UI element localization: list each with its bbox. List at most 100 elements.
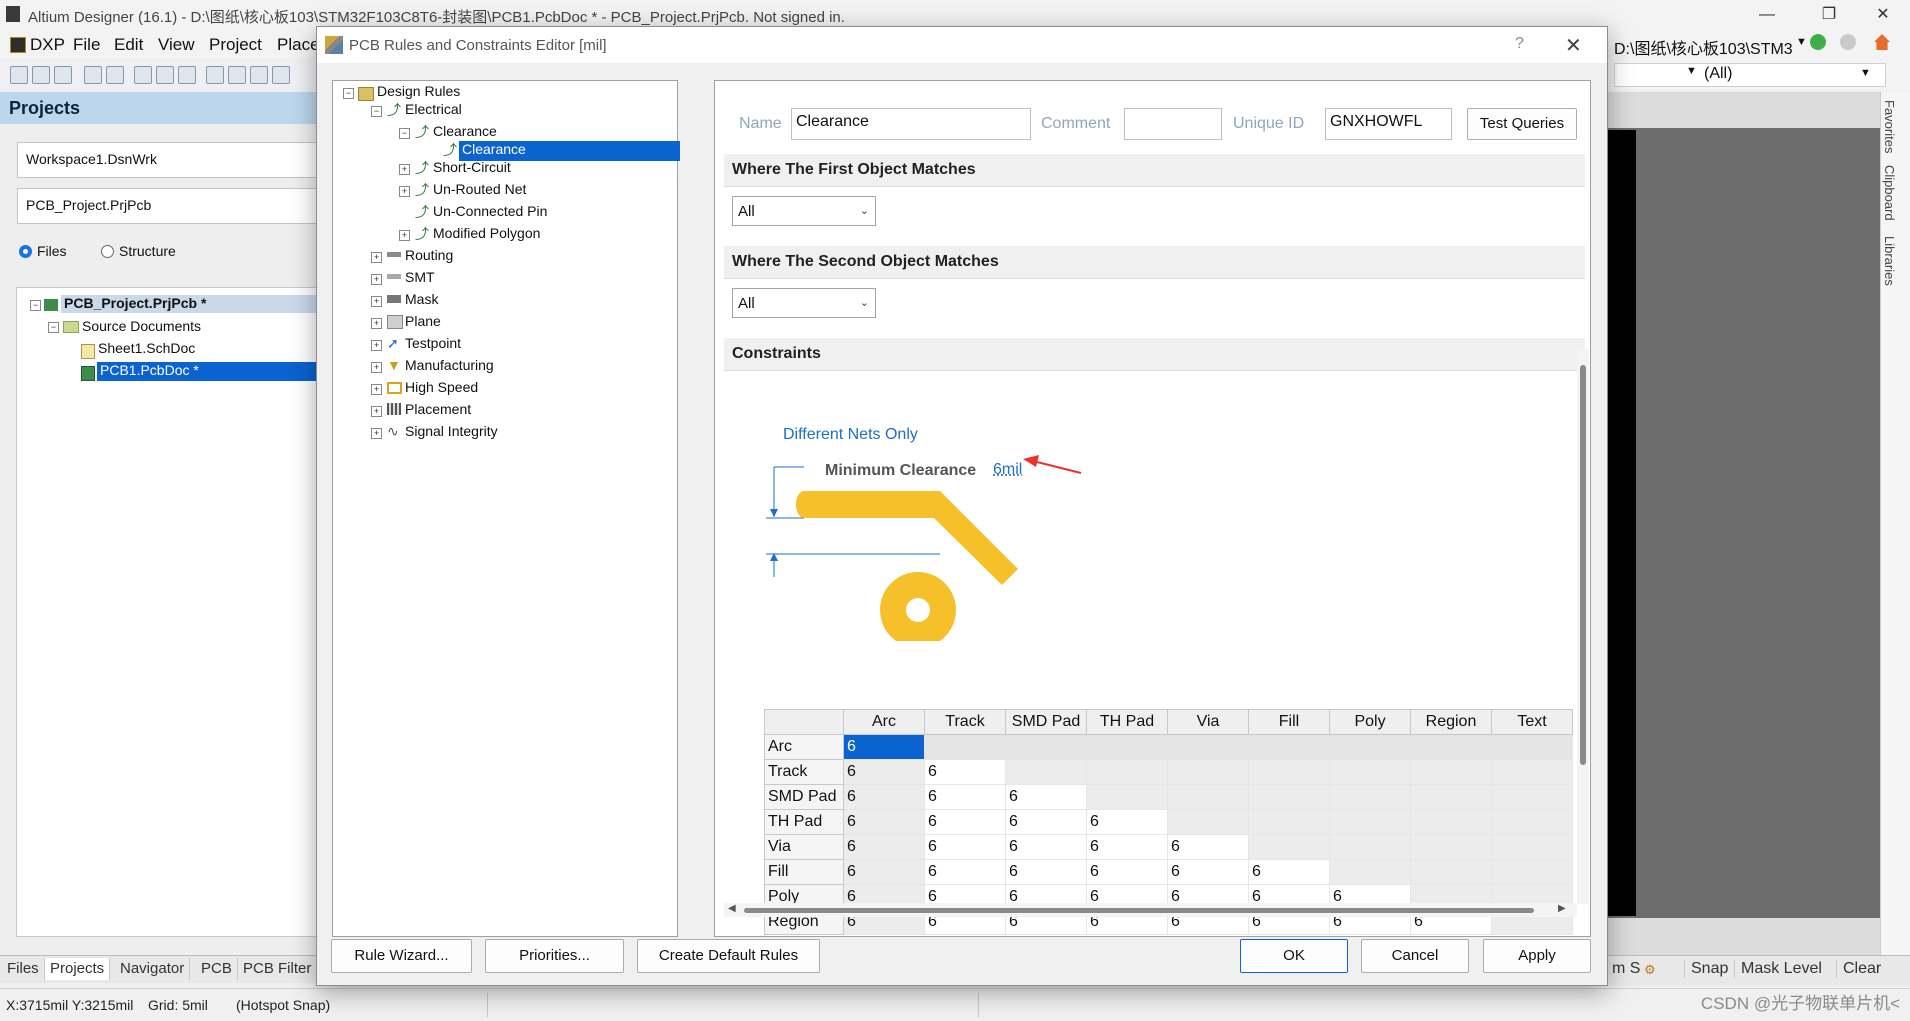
tree-placement[interactable]: Placement bbox=[405, 401, 471, 417]
close-icon[interactable]: ✕ bbox=[1860, 2, 1906, 28]
expand-icon[interactable]: + bbox=[399, 186, 410, 197]
horizontal-scrollbar[interactable]: ◀ ▶ bbox=[724, 903, 1577, 917]
tree-design-rules[interactable]: Design Rules bbox=[377, 83, 460, 99]
libraries-tab[interactable]: Libraries bbox=[1882, 236, 1897, 286]
matrix-cell[interactable]: 6 bbox=[843, 809, 925, 835]
filter-snap-icon[interactable]: ⚙ bbox=[1644, 962, 1656, 978]
expand-icon[interactable]: + bbox=[371, 318, 382, 329]
cancel-button[interactable]: Cancel bbox=[1361, 939, 1469, 973]
expand-icon[interactable]: + bbox=[371, 362, 382, 373]
test-queries-button[interactable]: Test Queries bbox=[1467, 108, 1577, 140]
different-nets-option[interactable]: Different Nets Only bbox=[783, 426, 918, 444]
collapse-icon[interactable]: − bbox=[48, 322, 59, 333]
scroll-left-icon[interactable]: ◀ bbox=[728, 903, 736, 914]
matrix-cell[interactable]: 6 bbox=[843, 834, 925, 860]
matrix-cell[interactable]: 6 bbox=[1005, 834, 1087, 860]
apply-button[interactable]: Apply bbox=[1483, 939, 1591, 973]
expand-icon[interactable]: + bbox=[399, 164, 410, 175]
tab-navigator[interactable]: Navigator bbox=[115, 958, 191, 980]
expand-icon[interactable]: + bbox=[371, 252, 382, 263]
second-match-select[interactable]: All ⌄ bbox=[732, 288, 876, 318]
mask-select-button[interactable]: m S bbox=[1606, 960, 1646, 978]
matrix-cell[interactable]: 6 bbox=[1167, 834, 1249, 860]
dropdown-arrow-icon[interactable]: ▼ bbox=[1686, 65, 1697, 77]
rule-wizard-button[interactable]: Rule Wizard... bbox=[331, 939, 472, 973]
ok-button[interactable]: OK bbox=[1240, 939, 1348, 973]
matrix-cell[interactable]: 6 bbox=[843, 784, 925, 810]
matrix-cell[interactable]: 6 bbox=[924, 859, 1006, 885]
tree-source-documents[interactable]: Source Documents bbox=[82, 318, 201, 334]
tree-manufacturing[interactable]: Manufacturing bbox=[405, 357, 494, 373]
comment-input[interactable] bbox=[1124, 108, 1222, 140]
open-icon[interactable] bbox=[32, 66, 50, 84]
tree-pcb-doc[interactable]: PCB1.PcbDoc * bbox=[97, 362, 322, 381]
zoom-select-icon[interactable] bbox=[250, 66, 268, 84]
tree-sheet[interactable]: Sheet1.SchDoc bbox=[98, 340, 195, 356]
tree-testpoint[interactable]: Testpoint bbox=[405, 335, 461, 351]
matrix-cell[interactable]: 6 bbox=[1005, 784, 1087, 810]
back-icon[interactable] bbox=[1810, 34, 1826, 50]
print-icon[interactable] bbox=[84, 66, 102, 84]
project-combo[interactable]: PCB_Project.PrjPcb bbox=[17, 188, 320, 224]
collapse-icon[interactable]: − bbox=[371, 106, 382, 117]
print-preview-icon[interactable] bbox=[106, 66, 124, 84]
files-radio[interactable] bbox=[19, 245, 32, 258]
help-icon[interactable]: ? bbox=[1515, 35, 1524, 53]
expand-icon[interactable]: + bbox=[371, 296, 382, 307]
filter-combo[interactable] bbox=[1614, 63, 1886, 87]
tree-unconnected-pin[interactable]: Un-Connected Pin bbox=[433, 203, 547, 219]
zoom-fit-icon[interactable] bbox=[206, 66, 224, 84]
tree-smt[interactable]: SMT bbox=[405, 269, 435, 285]
expand-icon[interactable]: + bbox=[371, 406, 382, 417]
restore-icon[interactable]: ❐ bbox=[1806, 2, 1852, 28]
expand-icon[interactable]: + bbox=[371, 384, 382, 395]
unique-id-input[interactable]: GNXHOWFL bbox=[1325, 108, 1452, 140]
matrix-cell[interactable]: 6 bbox=[843, 759, 925, 785]
expand-icon[interactable]: + bbox=[371, 274, 382, 285]
matrix-cell[interactable]: 6 bbox=[924, 759, 1006, 785]
matrix-cell[interactable]: 6 bbox=[843, 734, 925, 760]
matrix-cell[interactable]: 6 bbox=[1248, 859, 1330, 885]
tree-short-circuit[interactable]: Short-Circuit bbox=[433, 159, 511, 175]
menu-view[interactable]: View bbox=[158, 35, 195, 55]
tree-high-speed[interactable]: High Speed bbox=[405, 379, 478, 395]
layers-icon[interactable] bbox=[134, 66, 152, 84]
new-file-icon[interactable] bbox=[10, 66, 28, 84]
matrix-cell[interactable]: 6 bbox=[1086, 834, 1168, 860]
dropdown-arrow-icon[interactable]: ▼ bbox=[1860, 67, 1871, 79]
snap-button[interactable]: Snap bbox=[1684, 960, 1734, 978]
zoom-area-icon[interactable] bbox=[228, 66, 246, 84]
tree-routing[interactable]: Routing bbox=[405, 247, 453, 263]
priorities-button[interactable]: Priorities... bbox=[485, 939, 624, 973]
board-icon[interactable] bbox=[156, 66, 174, 84]
clipboard-tab[interactable]: Clipboard bbox=[1882, 165, 1897, 221]
collapse-icon[interactable]: − bbox=[399, 128, 410, 139]
tree-project[interactable]: PCB_Project.PrjPcb * bbox=[61, 295, 322, 313]
expand-icon[interactable]: + bbox=[371, 340, 382, 351]
tab-files[interactable]: Files bbox=[2, 958, 45, 980]
favorites-tab[interactable]: Favorites bbox=[1882, 100, 1897, 153]
matrix-cell[interactable]: 6 bbox=[1086, 809, 1168, 835]
pcb-canvas[interactable] bbox=[1606, 128, 1880, 918]
folder-icon[interactable] bbox=[178, 66, 196, 84]
matrix-cell[interactable]: 6 bbox=[924, 809, 1006, 835]
menu-file[interactable]: File bbox=[73, 35, 100, 55]
vertical-scrollbar[interactable] bbox=[1577, 349, 1589, 904]
scroll-right-icon[interactable]: ▶ bbox=[1558, 903, 1566, 914]
collapse-icon[interactable]: − bbox=[30, 300, 41, 311]
create-default-rules-button[interactable]: Create Default Rules bbox=[637, 939, 820, 973]
tree-signal-integrity[interactable]: Signal Integrity bbox=[405, 423, 498, 439]
tree-unrouted-net[interactable]: Un-Routed Net bbox=[433, 181, 526, 197]
tree-plane[interactable]: Plane bbox=[405, 313, 441, 329]
menu-place[interactable]: Place bbox=[277, 35, 320, 55]
name-input[interactable]: Clearance bbox=[791, 108, 1031, 140]
forward-icon[interactable] bbox=[1840, 34, 1856, 50]
tree-clearance[interactable]: Clearance bbox=[433, 123, 497, 139]
workspace-combo[interactable]: Workspace1.DsnWrk bbox=[17, 142, 320, 178]
expand-icon[interactable]: + bbox=[399, 230, 410, 241]
matrix-cell[interactable]: 6 bbox=[843, 859, 925, 885]
matrix-cell[interactable]: 6 bbox=[924, 784, 1006, 810]
matrix-cell[interactable]: 6 bbox=[1005, 859, 1087, 885]
dropdown-arrow-icon[interactable]: ▼ bbox=[1796, 36, 1807, 48]
scrollbar-thumb[interactable] bbox=[744, 908, 1534, 913]
